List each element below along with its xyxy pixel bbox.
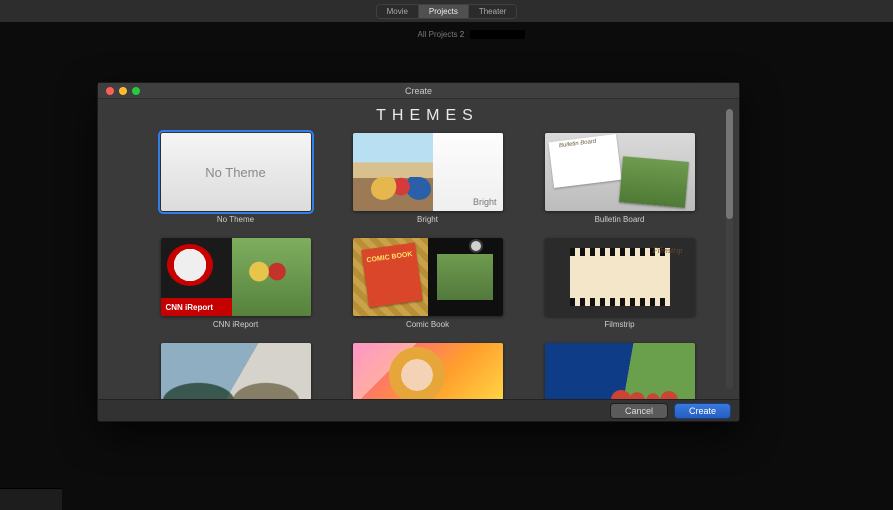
theme-label: CNN iReport bbox=[161, 320, 311, 329]
sheet-title: Create bbox=[98, 86, 739, 96]
app-toolbar: Movie Projects Theater bbox=[0, 0, 893, 22]
theme-bright[interactable]: Bright Bright bbox=[353, 133, 503, 224]
create-sheet: Create THEMES No Theme No Theme Bright B… bbox=[97, 82, 740, 422]
theme-label: Bulletin Board bbox=[545, 215, 695, 224]
theme-row3-c[interactable] bbox=[545, 343, 695, 399]
theme-thumb bbox=[545, 343, 695, 399]
thumb-text: No Theme bbox=[205, 165, 265, 180]
theme-no-theme[interactable]: No Theme No Theme bbox=[161, 133, 311, 224]
breadcrumb-count: 2 bbox=[460, 30, 464, 39]
cancel-button[interactable]: Cancel bbox=[610, 403, 668, 419]
segment-projects[interactable]: Projects bbox=[419, 5, 469, 18]
theme-cnn-ireport[interactable]: CNN iReport CNN iReport bbox=[161, 238, 311, 329]
sheet-body: THEMES No Theme No Theme Bright Bright B… bbox=[98, 99, 739, 399]
theme-thumb bbox=[353, 343, 503, 399]
create-button[interactable]: Create bbox=[674, 403, 731, 419]
segment-theater[interactable]: Theater bbox=[469, 5, 517, 18]
sheet-footer: Cancel Create bbox=[98, 399, 739, 421]
theme-bulletin-board[interactable]: Bulletin Board Bulletin Board bbox=[545, 133, 695, 224]
scrollbar-thumb[interactable] bbox=[726, 109, 733, 219]
theme-thumb: COMIC BOOK bbox=[353, 238, 503, 316]
theme-thumb: Bulletin Board bbox=[545, 133, 695, 211]
theme-row3-a[interactable] bbox=[161, 343, 311, 399]
bottom-panel-fragment bbox=[0, 488, 62, 510]
breadcrumb: All Projects 2 bbox=[0, 30, 893, 39]
theme-label: No Theme bbox=[161, 215, 311, 224]
segment-movie[interactable]: Movie bbox=[377, 5, 419, 18]
theme-filmstrip[interactable]: Filmstrip Filmstrip bbox=[545, 238, 695, 329]
thumb-book-title: COMIC BOOK bbox=[361, 243, 423, 308]
view-segmented-control[interactable]: Movie Projects Theater bbox=[376, 4, 518, 19]
themes-grid: No Theme No Theme Bright Bright Bulletin… bbox=[146, 133, 709, 399]
theme-thumb: Bright bbox=[353, 133, 503, 211]
sheet-titlebar: Create bbox=[98, 83, 739, 99]
thumb-band: CNN iReport bbox=[161, 298, 232, 316]
theme-row3-b[interactable] bbox=[353, 343, 503, 399]
theme-thumb: CNN iReport bbox=[161, 238, 311, 316]
theme-thumb bbox=[161, 343, 311, 399]
scrollbar[interactable] bbox=[726, 109, 733, 389]
thumb-caption: Filmstrip bbox=[653, 246, 683, 255]
thumb-caption: Bulletin Board bbox=[558, 139, 596, 150]
theme-label: Filmstrip bbox=[545, 320, 695, 329]
theme-label: Comic Book bbox=[353, 320, 503, 329]
breadcrumb-label: All Projects bbox=[418, 30, 458, 39]
themes-heading: THEMES bbox=[146, 107, 709, 125]
theme-comic-book[interactable]: COMIC BOOK Comic Book bbox=[353, 238, 503, 329]
thumb-badge: Bright bbox=[473, 197, 497, 207]
theme-label: Bright bbox=[353, 215, 503, 224]
theme-thumb: Filmstrip bbox=[545, 238, 695, 316]
breadcrumb-project-tile bbox=[470, 30, 525, 39]
theme-thumb: No Theme bbox=[161, 133, 311, 211]
